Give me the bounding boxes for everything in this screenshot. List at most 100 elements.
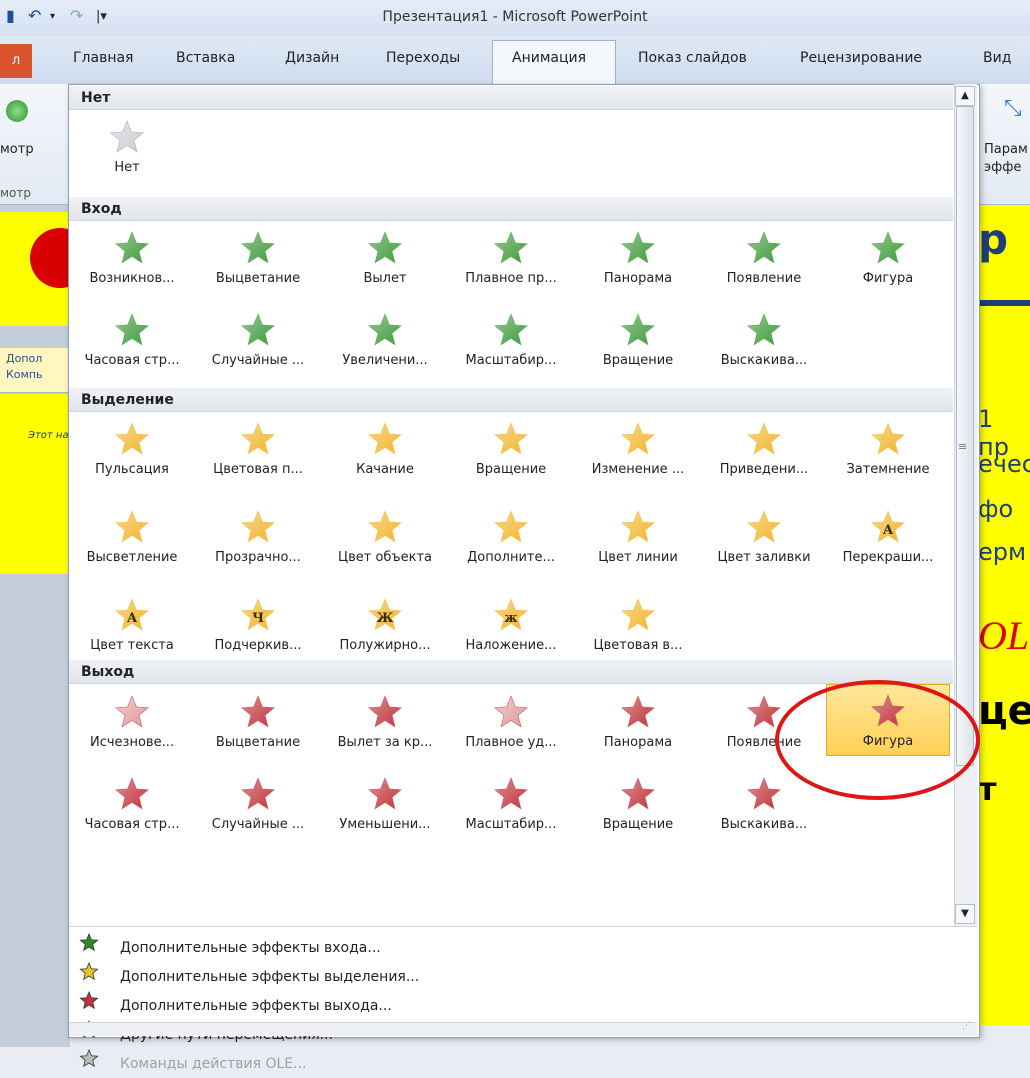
effect-entrance-6[interactable]: Появление — [704, 222, 824, 288]
star-icon — [115, 510, 149, 543]
effect-emphasis-16[interactable]: Ч Подчеркив... — [198, 589, 318, 655]
effect-emphasis-3[interactable]: Качание — [325, 413, 445, 479]
effect-entrance-4[interactable]: Плавное пр... — [451, 222, 571, 288]
scroll-down-button[interactable]: ▼ — [955, 904, 975, 924]
effect-label: Масштабир... — [465, 817, 557, 832]
scroll-thumb[interactable] — [956, 106, 974, 766]
effect-emphasis-19[interactable]: Цветовая в... — [578, 589, 698, 655]
effect-options-label[interactable]: Парам — [984, 142, 1028, 157]
effect-exit-3[interactable]: Вылет за кр... — [325, 686, 445, 752]
preview-label[interactable]: мотр — [0, 142, 34, 157]
preview-icon[interactable] — [6, 100, 28, 122]
effect-entrance-13[interactable]: Выскакива... — [704, 304, 824, 370]
effect-emphasis-7[interactable]: Затемнение — [828, 413, 948, 479]
more-command-1[interactable]: Дополнительные эффекты входа... — [78, 932, 381, 960]
effect-options-icon[interactable]: ⤡ — [1004, 96, 1022, 121]
tab-review[interactable]: Рецензирование — [800, 50, 922, 66]
star-icon — [241, 313, 275, 346]
effect-exit-1[interactable]: Исчезнове... — [72, 686, 192, 752]
effect-emphasis-14[interactable]: A Перекраши... — [828, 501, 948, 567]
undo-dropdown-icon[interactable]: ▾ — [50, 11, 55, 22]
star-icon: Ж — [368, 598, 402, 631]
save-icon[interactable]: ▮ — [6, 6, 15, 25]
effect-emphasis-17[interactable]: Ж Полужирно... — [325, 589, 445, 655]
effect-exit-8[interactable]: Часовая стр... — [72, 768, 192, 834]
tab-file[interactable]: л — [0, 44, 32, 78]
effect-entrance-1[interactable]: Возникнов... — [72, 222, 192, 288]
effect-emphasis-11[interactable]: Дополните... — [451, 501, 571, 567]
effect-label: Подчеркив... — [214, 638, 302, 653]
undo-icon[interactable]: ↶ — [28, 6, 41, 25]
star-icon — [747, 510, 781, 543]
star-icon — [115, 313, 149, 346]
effect-emphasis-1[interactable]: Пульсация — [72, 413, 192, 479]
effect-emphasis-18[interactable]: ж Наложение... — [451, 589, 571, 655]
tab-transitions[interactable]: Переходы — [386, 50, 460, 66]
effect-entrance-10[interactable]: Увеличени... — [325, 304, 445, 370]
effect-entrance-12[interactable]: Вращение — [578, 304, 698, 370]
effect-label: Наложение... — [465, 638, 557, 653]
effect-label: Выскакива... — [720, 817, 808, 832]
effect-exit-11[interactable]: Масштабир... — [451, 768, 571, 834]
slide-thumbnail-2[interactable] — [0, 394, 70, 574]
section-header-emphasis: Выделение — [69, 388, 953, 412]
tab-home[interactable]: Главная — [73, 50, 133, 66]
effect-none-1[interactable]: Нет — [72, 111, 182, 177]
effect-label: Прозрачно... — [215, 550, 301, 565]
more-command-label: Дополнительные эффекты выделения... — [120, 969, 420, 985]
star-icon — [115, 777, 149, 810]
effect-exit-5[interactable]: Панорама — [578, 686, 698, 752]
effect-label: Цвет линии — [598, 550, 678, 565]
resize-grip-icon[interactable]: ⋰ — [962, 1021, 971, 1031]
effect-emphasis-2[interactable]: Цветовая п... — [198, 413, 318, 479]
effect-entrance-11[interactable]: Масштабир... — [451, 304, 571, 370]
more-command-3[interactable]: Дополнительные эффекты выхода... — [78, 990, 392, 1018]
effect-emphasis-4[interactable]: Вращение — [451, 413, 571, 479]
effect-entrance-9[interactable]: Случайные ... — [198, 304, 318, 370]
star-icon — [494, 313, 528, 346]
section-header-entrance: Вход — [69, 197, 953, 221]
effect-exit-9[interactable]: Случайные ... — [198, 768, 318, 834]
effect-label: Плавное пр... — [465, 271, 557, 286]
effect-exit-10[interactable]: Уменьшени... — [325, 768, 445, 834]
effect-label: Нет — [114, 160, 140, 175]
effect-emphasis-8[interactable]: Высветление — [72, 501, 192, 567]
effect-label: Выскакива... — [720, 353, 808, 368]
effect-emphasis-9[interactable]: Прозрачно... — [198, 501, 318, 567]
effect-label: Возникнов... — [89, 271, 175, 286]
effect-entrance-8[interactable]: Часовая стр... — [72, 304, 192, 370]
effect-entrance-5[interactable]: Панорама — [578, 222, 698, 288]
star-icon — [621, 422, 655, 455]
scroll-up-button[interactable]: ▲ — [955, 86, 975, 106]
tab-view[interactable]: Вид — [983, 50, 1011, 66]
slide-text-2: ечес — [978, 450, 1030, 478]
svg-text:ж: ж — [504, 611, 517, 626]
effect-label: Выцветание — [215, 271, 301, 286]
customize-qat-icon[interactable]: |▾ — [96, 9, 107, 24]
effect-emphasis-13[interactable]: Цвет заливки — [704, 501, 824, 567]
svg-text:Ж: Ж — [376, 611, 393, 626]
effect-emphasis-10[interactable]: Цвет объекта — [325, 501, 445, 567]
tab-insert[interactable]: Вставка — [176, 50, 235, 66]
effect-entrance-2[interactable]: Выцветание — [198, 222, 318, 288]
star-icon — [368, 422, 402, 455]
star-icon — [621, 313, 655, 346]
effect-entrance-7[interactable]: Фигура — [828, 222, 948, 288]
effect-emphasis-5[interactable]: Изменение ... — [578, 413, 698, 479]
tab-animations[interactable]: Анимация — [512, 50, 586, 66]
effect-emphasis-15[interactable]: A Цвет текста — [72, 589, 192, 655]
tab-design[interactable]: Дизайн — [285, 50, 339, 66]
svg-text:Ч: Ч — [252, 611, 264, 626]
effect-exit-12[interactable]: Вращение — [578, 768, 698, 834]
tab-slide-show[interactable]: Показ слайдов — [638, 50, 747, 66]
more-command-2[interactable]: Дополнительные эффекты выделения... — [78, 961, 419, 989]
effect-options-label-2[interactable]: эффе — [984, 160, 1021, 175]
effect-entrance-3[interactable]: Вылет — [325, 222, 445, 288]
effect-emphasis-12[interactable]: Цвет линии — [578, 501, 698, 567]
redo-icon[interactable]: ↷ — [70, 6, 83, 25]
effect-exit-2[interactable]: Выцветание — [198, 686, 318, 752]
effect-exit-4[interactable]: Плавное уд... — [451, 686, 571, 752]
effect-label: Плавное уд... — [465, 735, 557, 750]
effect-emphasis-6[interactable]: Приведени... — [704, 413, 824, 479]
effect-label: Затемнение — [846, 462, 930, 477]
